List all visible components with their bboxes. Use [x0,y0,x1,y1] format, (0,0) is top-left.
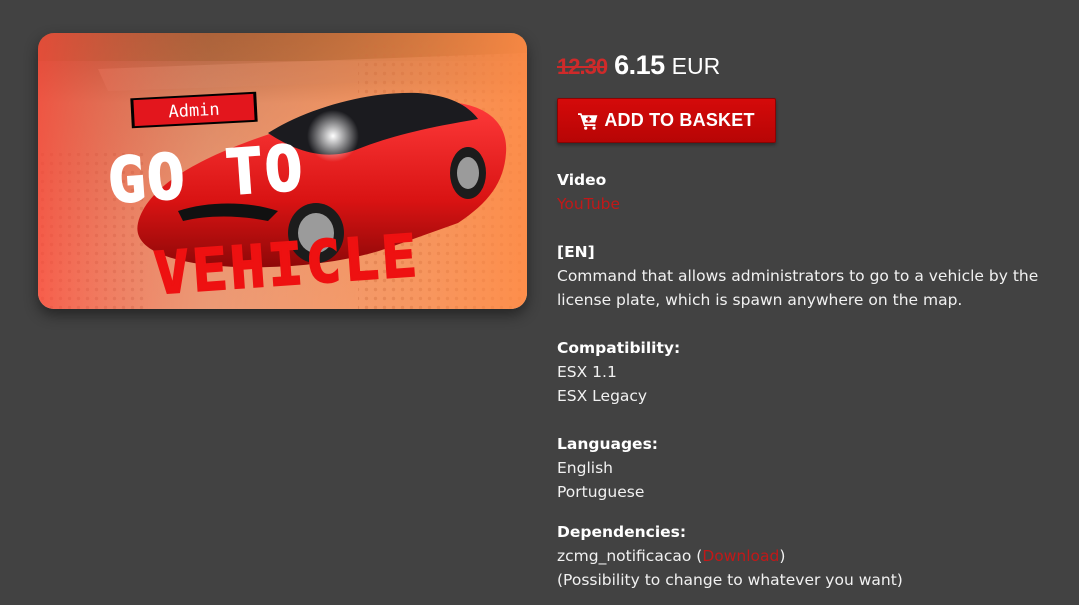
compatibility-section: Compatibility: ESX 1.1 ESX Legacy [557,336,1057,408]
price-row: 12.30 6.15 EUR [557,50,720,81]
old-price: 12.30 [557,54,608,79]
languages-section: Languages: English Portuguese [557,432,1057,504]
dependency-note: (Possibility to change to whatever you w… [557,571,903,589]
download-link[interactable]: Download [702,547,779,565]
dependency-close-paren: ) [779,547,786,565]
product-image: Admin GO TO VEHICLE [38,33,527,309]
dependency-name: zcmg_notificacao [557,547,692,565]
description-lang-tag: [EN] [557,243,595,261]
dependencies-section: Dependencies: zcmg_notificacao (Download… [557,520,1057,592]
currency: EUR [671,53,721,79]
add-to-basket-label: ADD TO BASKET [604,110,755,130]
compatibility-item: ESX Legacy [557,387,648,405]
product-info: Video YouTube [EN] Command that allows a… [557,168,1057,592]
new-price: 6.15 [614,50,665,80]
image-title-line1: GO TO [105,131,306,218]
admin-badge-text: Admin [168,100,220,123]
add-to-basket-button[interactable]: ADD TO BASKET [557,98,776,143]
dependency-open-paren: ( [691,547,703,565]
languages-heading: Languages: [557,435,658,453]
video-heading: Video [557,171,607,189]
compatibility-heading: Compatibility: [557,339,681,357]
dependencies-heading: Dependencies: [557,523,687,541]
product-thumbnail: Admin GO TO VEHICLE [38,33,527,309]
language-item: English [557,459,613,477]
video-section: Video YouTube [557,168,1057,216]
shopping-cart-icon [578,112,598,130]
dependency-line: zcmg_notificacao (Download) [557,544,1057,568]
description-text: Command that allows administrators to go… [557,267,1039,309]
language-item: Portuguese [557,483,645,501]
compatibility-item: ESX 1.1 [557,363,617,381]
description-section: [EN] Command that allows administrators … [557,240,1057,312]
youtube-link[interactable]: YouTube [557,195,620,213]
